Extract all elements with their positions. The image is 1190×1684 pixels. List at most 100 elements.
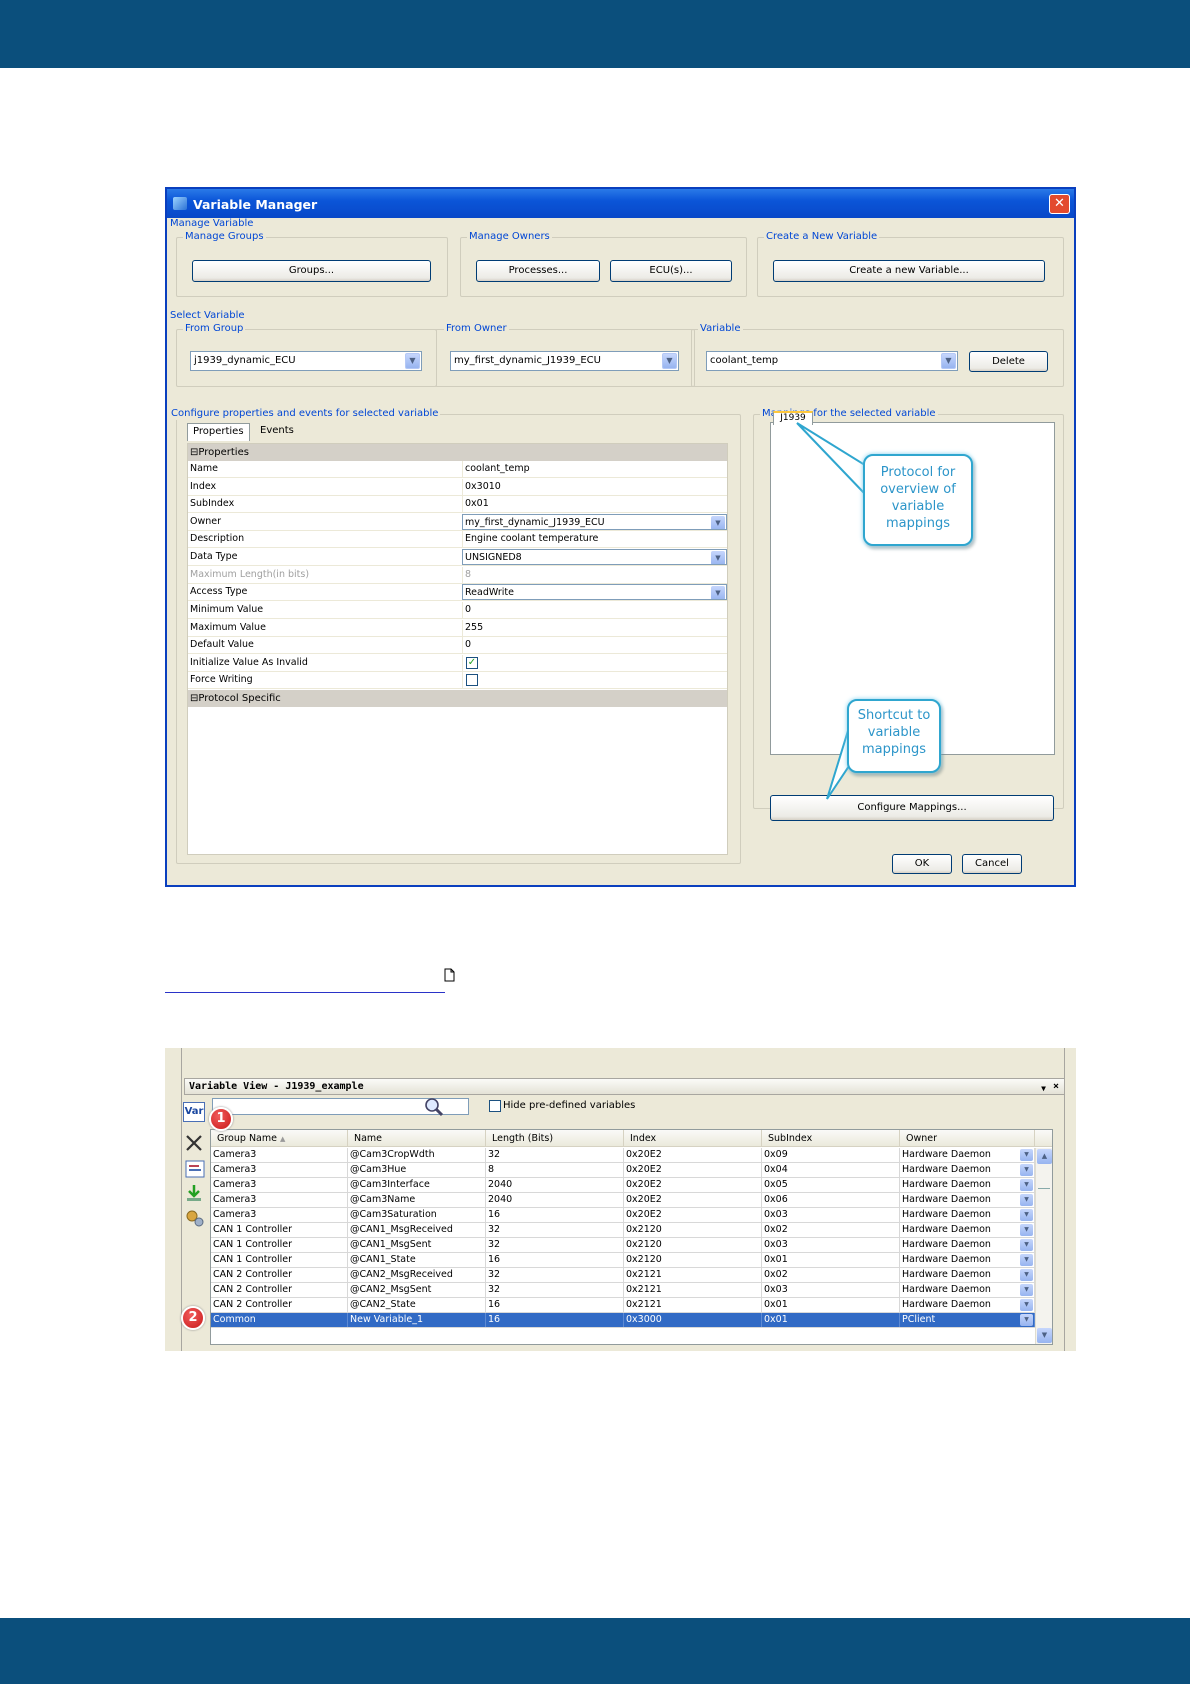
table-row[interactable]: CAN 2 Controller @CAN2_MsgSent 32 0x2121 0x0… <box>211 1283 1035 1298</box>
chevron-down-icon[interactable]: ▼ <box>1020 1254 1033 1266</box>
property-value[interactable]: 0 <box>462 637 727 653</box>
variable-select[interactable]: coolant_temp ▼ <box>706 351 958 371</box>
table-row[interactable]: Camera3 @Cam3CropWdth 32 0x20E2 0x09 Hardware… <box>211 1148 1035 1163</box>
property-value[interactable]: UNSIGNED8 ▼ <box>462 549 727 565</box>
column-header-length[interactable]: Length (Bits) <box>486 1130 624 1147</box>
cell-owner[interactable]: Hardware Daemon ▼ <box>900 1193 1035 1207</box>
category-properties[interactable]: ⊟Properties <box>188 444 727 461</box>
tools-icon[interactable] <box>184 1208 206 1228</box>
processes-button[interactable]: Processes... <box>476 260 600 282</box>
table-row[interactable]: Camera3 @Cam3Interface 2040 0x20E2 0x05 Hardw… <box>211 1178 1035 1193</box>
property-value[interactable]: 0x01 <box>462 496 727 512</box>
property-row[interactable]: Initialize Value As Invalid ✓ <box>188 655 727 672</box>
property-value[interactable]: ReadWrite ▼ <box>462 584 727 600</box>
column-header-owner[interactable]: Owner <box>900 1130 1035 1147</box>
chevron-down-icon[interactable]: ▼ <box>1020 1314 1033 1326</box>
property-value[interactable] <box>462 672 727 688</box>
cell-owner[interactable]: Hardware Daemon ▼ <box>900 1268 1035 1282</box>
table-row[interactable]: CAN 1 Controller @CAN1_MsgSent 32 0x2120 0x0… <box>211 1238 1035 1253</box>
scroll-up-icon[interactable]: ▲ <box>1037 1149 1052 1164</box>
delete-button[interactable]: Delete <box>969 351 1048 372</box>
property-row[interactable]: Force Writing <box>188 672 727 689</box>
table-row[interactable]: Camera3 @Cam3Saturation 16 0x20E2 0x03 Hardwa… <box>211 1208 1035 1223</box>
delete-icon[interactable] <box>185 1134 203 1152</box>
cell-owner[interactable]: Hardware Daemon ▼ <box>900 1178 1035 1192</box>
link-underline[interactable] <box>165 992 445 993</box>
property-value[interactable]: 0 <box>462 602 727 618</box>
from-owner-select[interactable]: my_first_dynamic_J1939_ECU ▼ <box>450 351 679 371</box>
configure-mappings-button[interactable]: Configure Mappings... <box>770 795 1054 821</box>
add-variable-icon[interactable]: Var <box>183 1102 205 1122</box>
chevron-down-icon[interactable]: ▼ <box>1020 1299 1033 1311</box>
property-row[interactable]: Maximum Value 255 <box>188 620 727 637</box>
category-protocol-specific[interactable]: ⊟Protocol Specific <box>188 690 727 707</box>
ok-button[interactable]: OK <box>892 854 952 874</box>
edit-icon[interactable] <box>185 1160 205 1178</box>
cell-owner[interactable]: Hardware Daemon ▼ <box>900 1223 1035 1237</box>
property-value[interactable]: ✓ <box>462 655 727 671</box>
table-row[interactable]: CAN 2 Controller @CAN2_State 16 0x2121 0x01 H… <box>211 1298 1035 1313</box>
close-icon[interactable]: × <box>1053 1079 1059 1094</box>
column-header-name[interactable]: Name <box>348 1130 486 1147</box>
property-row[interactable]: Description Engine coolant temperature <box>188 531 727 548</box>
initialize-invalid-checkbox[interactable]: ✓ <box>466 657 478 669</box>
cell-owner[interactable]: Hardware Daemon ▼ <box>900 1148 1035 1162</box>
property-row[interactable]: Data Type UNSIGNED8 ▼ <box>188 549 727 566</box>
cell-owner[interactable]: PClient ▼ <box>900 1313 1035 1327</box>
chevron-down-icon[interactable]: ▼ <box>1020 1284 1033 1296</box>
property-row[interactable]: Owner my_first_dynamic_J1939_ECU ▼ <box>188 514 727 531</box>
dialog-title-bar[interactable]: Variable Manager ✕ <box>167 189 1074 218</box>
close-icon[interactable]: ✕ <box>1049 194 1070 214</box>
cell-owner[interactable]: Hardware Daemon ▼ <box>900 1238 1035 1252</box>
chevron-down-icon[interactable]: ▼ <box>1020 1269 1033 1281</box>
search-icon[interactable] <box>423 1097 445 1117</box>
column-header-index[interactable]: Index <box>624 1130 762 1147</box>
table-row[interactable]: Camera3 @Cam3Name 2040 0x20E2 0x06 Hardware D… <box>211 1193 1035 1208</box>
column-header-group-name[interactable]: Group Name ▲ <box>211 1130 348 1147</box>
cell-owner[interactable]: Hardware Daemon ▼ <box>900 1163 1035 1177</box>
chevron-down-icon[interactable]: ▼ <box>1020 1179 1033 1191</box>
scroll-down-icon[interactable]: ▼ <box>1037 1328 1052 1343</box>
chevron-down-icon[interactable]: ▼ <box>1020 1149 1033 1161</box>
table-row[interactable]: Camera3 @Cam3Hue 8 0x20E2 0x04 Hardware Daemo… <box>211 1163 1035 1178</box>
chevron-down-icon[interactable]: ▼ <box>1020 1194 1033 1206</box>
property-value[interactable]: 255 <box>462 620 727 636</box>
chevron-down-icon[interactable]: ▼ <box>711 516 725 529</box>
tab-j1939[interactable]: J1939 <box>773 411 813 425</box>
cell-owner[interactable]: Hardware Daemon ▼ <box>900 1298 1035 1312</box>
cell-owner[interactable]: Hardware Daemon ▼ <box>900 1283 1035 1297</box>
chevron-down-icon[interactable]: ▼ <box>1020 1239 1033 1251</box>
scroll-thumb[interactable] <box>1038 1188 1050 1189</box>
property-row[interactable]: Default Value 0 <box>188 637 727 654</box>
from-group-select[interactable]: j1939_dynamic_ECU ▼ <box>190 351 422 371</box>
chevron-down-icon[interactable]: ▼ <box>711 551 725 564</box>
tab-events[interactable]: Events <box>255 423 299 441</box>
column-header-subindex[interactable]: SubIndex <box>762 1130 900 1147</box>
chevron-down-icon[interactable]: ▼ <box>1020 1164 1033 1176</box>
pin-icon[interactable]: ▼ <box>1041 1081 1046 1096</box>
document-icon[interactable] <box>444 968 455 982</box>
property-row[interactable]: Name coolant_temp <box>188 461 727 478</box>
property-value[interactable]: coolant_temp <box>462 461 727 477</box>
chevron-down-icon[interactable]: ▼ <box>941 353 956 369</box>
tab-properties[interactable]: Properties <box>187 423 250 441</box>
chevron-down-icon[interactable]: ▼ <box>405 353 420 369</box>
chevron-down-icon[interactable]: ▼ <box>1020 1209 1033 1221</box>
import-icon[interactable] <box>186 1184 202 1202</box>
cell-owner[interactable]: Hardware Daemon ▼ <box>900 1253 1035 1267</box>
property-row[interactable]: SubIndex 0x01 <box>188 496 727 513</box>
chevron-down-icon[interactable]: ▼ <box>1020 1224 1033 1236</box>
chevron-down-icon[interactable]: ▼ <box>662 353 677 369</box>
property-value[interactable]: 0x3010 <box>462 479 727 495</box>
chevron-down-icon[interactable]: ▼ <box>711 586 725 599</box>
property-row[interactable]: Minimum Value 0 <box>188 602 727 619</box>
cell-owner[interactable]: Hardware Daemon ▼ <box>900 1208 1035 1222</box>
table-row[interactable]: CAN 2 Controller @CAN2_MsgReceived 32 0x212… <box>211 1268 1035 1283</box>
property-row[interactable]: Index 0x3010 <box>188 479 727 496</box>
property-value[interactable]: my_first_dynamic_J1939_ECU ▼ <box>462 514 727 530</box>
table-row[interactable]: CAN 1 Controller @CAN1_State 16 0x2120 0x01 H… <box>211 1253 1035 1268</box>
hide-predefined-checkbox[interactable] <box>489 1100 501 1112</box>
property-row[interactable]: Access Type ReadWrite ▼ <box>188 584 727 601</box>
groups-button[interactable]: Groups... <box>192 260 431 282</box>
property-value[interactable]: Engine coolant temperature <box>462 531 727 547</box>
